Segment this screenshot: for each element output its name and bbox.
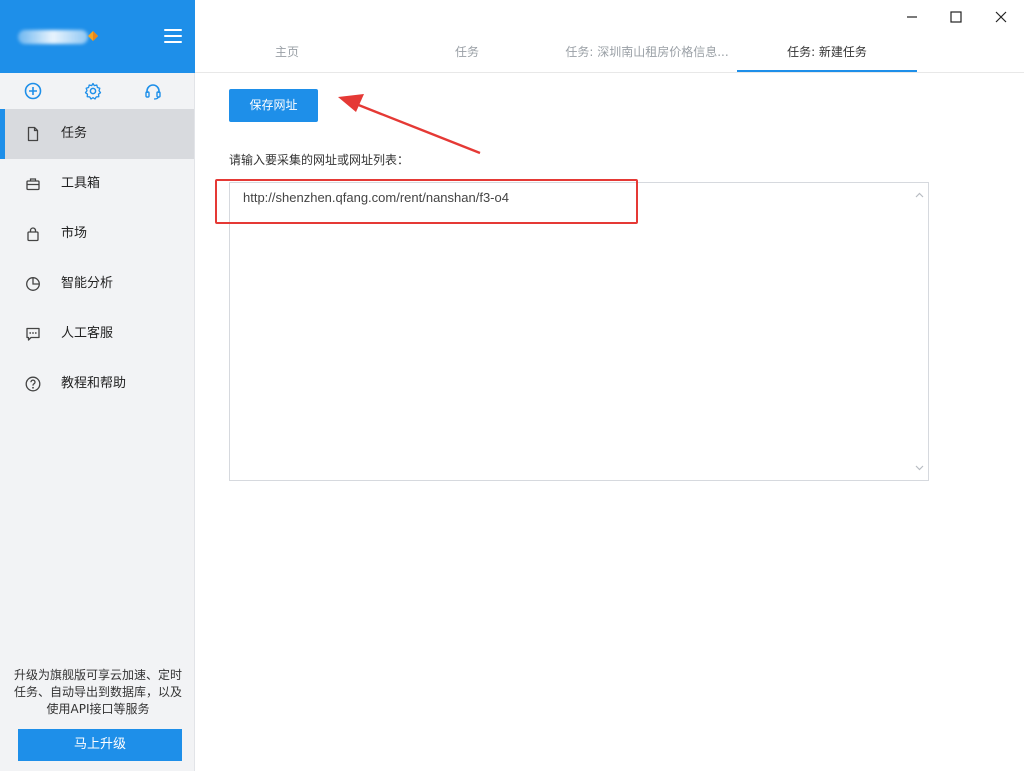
document-icon xyxy=(27,126,39,142)
maximize-icon[interactable] xyxy=(947,8,965,26)
app-logo xyxy=(18,30,88,44)
headset-icon[interactable] xyxy=(144,82,162,100)
chevron-down-icon[interactable] xyxy=(915,463,924,472)
sidebar-item-help[interactable]: 教程和帮助 xyxy=(0,359,194,409)
save-url-button[interactable]: 保存网址 xyxy=(229,89,318,122)
sidebar-item-label: 智能分析 xyxy=(61,276,114,291)
url-list-textarea[interactable]: http://shenzhen.qfang.com/rent/nanshan/f… xyxy=(229,182,929,481)
toolbox-icon xyxy=(26,178,40,191)
logo-bar xyxy=(0,0,195,73)
minimize-icon[interactable] xyxy=(903,8,921,26)
scrollbar[interactable] xyxy=(911,183,928,480)
gear-icon[interactable] xyxy=(84,82,102,100)
sidebar: 任务 工具箱 市场 智能分析 人工客服 教程和帮助 升级为旗舰版可享云加速、定时… xyxy=(0,0,195,771)
sidebar-nav: 任务 工具箱 市场 智能分析 人工客服 教程和帮助 xyxy=(0,109,194,409)
highlight-box xyxy=(215,179,638,224)
chat-icon xyxy=(26,327,40,341)
sidebar-item-label: 市场 xyxy=(61,226,88,241)
sidebar-item-toolbox[interactable]: 工具箱 xyxy=(0,159,194,209)
tab-bar: 主页 任务 任务: 深圳南山租房价格信息... 任务: 新建任务 xyxy=(195,36,1024,73)
shopping-bag-icon xyxy=(27,227,39,242)
quick-actions xyxy=(0,73,195,109)
menu-icon[interactable] xyxy=(164,29,182,43)
tab-new-task[interactable]: 任务: 新建任务 xyxy=(737,36,917,72)
sidebar-item-label: 教程和帮助 xyxy=(61,376,127,391)
tab-home[interactable]: 主页 xyxy=(197,36,377,72)
sidebar-item-label: 任务 xyxy=(61,126,88,141)
upgrade-button[interactable]: 马上升级 xyxy=(18,729,182,761)
tab-tasks[interactable]: 任务 xyxy=(377,36,557,72)
close-icon[interactable] xyxy=(992,8,1010,26)
sidebar-item-label: 人工客服 xyxy=(61,326,114,341)
sidebar-item-market[interactable]: 市场 xyxy=(0,209,194,259)
sidebar-item-support[interactable]: 人工客服 xyxy=(0,309,194,359)
upgrade-description: 升级为旗舰版可享云加速、定时任务、自动导出到数据库，以及使用API接口等服务 xyxy=(14,668,183,716)
sidebar-item-label: 工具箱 xyxy=(61,176,101,191)
chevron-up-icon[interactable] xyxy=(915,191,924,200)
tab-task-shenzhen[interactable]: 任务: 深圳南山租房价格信息... xyxy=(557,36,737,72)
pie-chart-icon xyxy=(26,277,40,291)
logo-mark-icon xyxy=(88,31,98,41)
sidebar-item-tasks[interactable]: 任务 xyxy=(0,109,194,159)
plus-circle-icon[interactable] xyxy=(24,82,42,100)
sidebar-item-analysis[interactable]: 智能分析 xyxy=(0,259,194,309)
red-arrow-icon xyxy=(338,94,481,155)
help-circle-icon xyxy=(25,376,41,392)
